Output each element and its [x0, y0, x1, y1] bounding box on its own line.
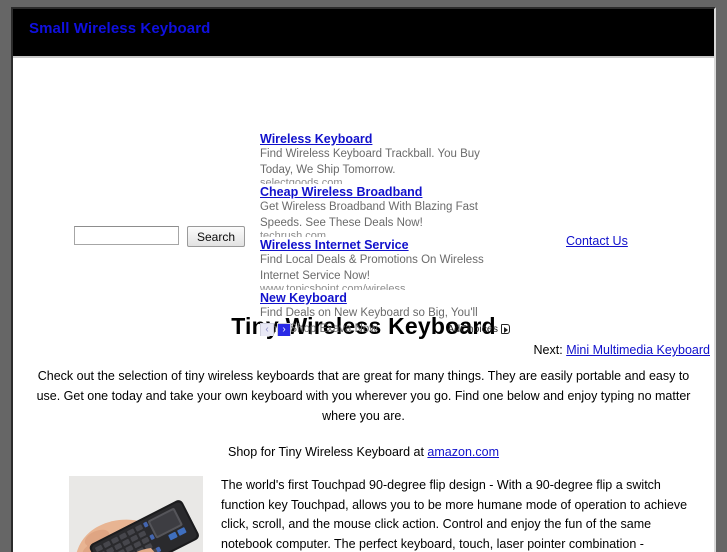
adchoices-button[interactable]: AdChoices [447, 323, 510, 335]
ad-title-link[interactable]: New Keyboard [260, 291, 347, 306]
next-page-nav: Next: Mini Multimedia Keyboard [534, 343, 710, 357]
amazon-link[interactable]: amazon.com [427, 445, 499, 459]
product-description: The world's first Touchpad 90-degree fli… [221, 476, 689, 552]
ad-footer: ‹ › AdChoices [260, 323, 510, 336]
ad-title-link[interactable]: Cheap Wireless Broadband [260, 185, 422, 200]
ad-title-link[interactable]: Wireless Keyboard [260, 132, 372, 147]
search-form: Search [74, 226, 245, 247]
intro-paragraph: Check out the selection of tiny wireless… [28, 366, 700, 426]
ad-description: Find Wireless Keyboard Trackball. You Bu… [260, 147, 504, 178]
contact-us-link[interactable]: Contact Us [566, 234, 628, 248]
ad-item: Cheap Wireless Broadband Get Wireless Br… [260, 184, 510, 237]
ad-block: Wireless Keyboard Find Wireless Keyboard… [260, 131, 510, 336]
search-input[interactable] [74, 226, 179, 245]
page-frame: Small Wireless Keyboard Search Wireless … [11, 7, 716, 552]
shop-line: Shop for Tiny Wireless Keyboard at amazo… [13, 445, 714, 459]
ad-item: Wireless Keyboard Find Wireless Keyboard… [260, 131, 510, 184]
ad-description: Find Local Deals & Promotions On Wireles… [260, 253, 504, 284]
ad-title-link[interactable]: Wireless Internet Service [260, 238, 409, 253]
ad-next-arrow-icon[interactable]: › [277, 323, 291, 336]
ad-item: Wireless Internet Service Find Local Dea… [260, 237, 510, 290]
keyboard-in-hand-image [69, 476, 203, 552]
top-utility-region: Search Wireless Keyboard Find Wireless K… [13, 58, 714, 300]
ad-prev-arrow-icon[interactable]: ‹ [260, 323, 274, 336]
ad-description: Get Wireless Broadband With Blazing Fast… [260, 200, 504, 231]
next-page-link[interactable]: Mini Multimedia Keyboard [566, 343, 710, 357]
next-prefix-label: Next: [534, 343, 563, 357]
site-header: Small Wireless Keyboard [13, 9, 714, 58]
site-title: Small Wireless Keyboard [29, 20, 210, 37]
adchoices-label: AdChoices [447, 323, 498, 335]
shop-prefix-label: Shop for Tiny Wireless Keyboard at [228, 445, 424, 459]
product-area: The world's first Touchpad 90-degree fli… [13, 476, 714, 552]
search-button[interactable]: Search [187, 226, 245, 247]
product-photo [69, 476, 203, 552]
adchoices-triangle-icon [501, 324, 510, 334]
